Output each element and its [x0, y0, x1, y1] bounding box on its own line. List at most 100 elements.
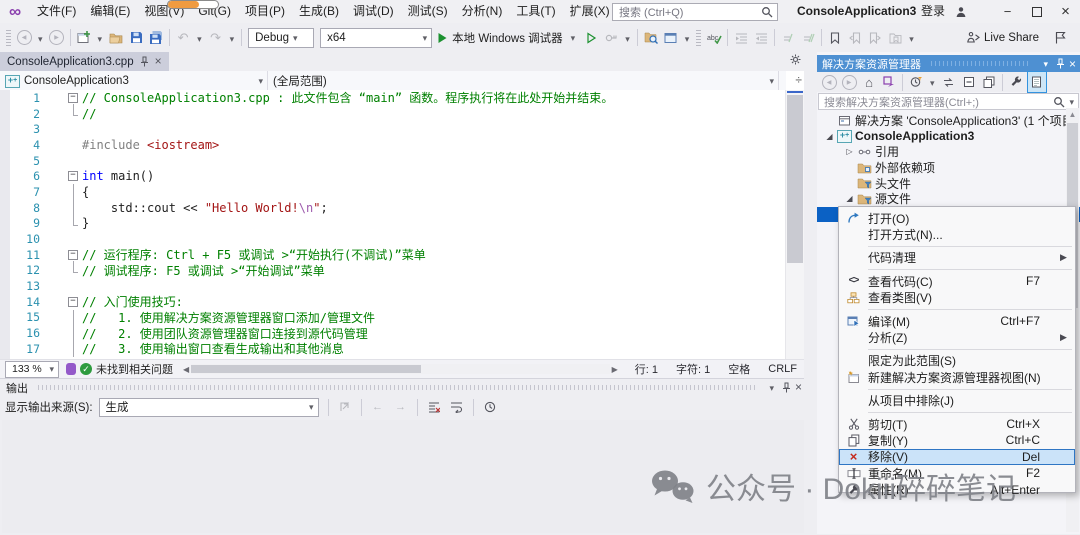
output-title-bar[interactable]: 输出 × — [0, 379, 806, 396]
tree-item--[interactable]: ▷ 引用 — [817, 144, 1080, 160]
tree-item--consoleapplication3-1-1-[interactable]: 解决方案 'ConsoleApplication3' (1 个项目，共 1 个) — [817, 113, 1080, 129]
code-line[interactable]: 10 — [0, 231, 786, 247]
code-line[interactable]: 13 — [0, 278, 786, 294]
output-pin-icon[interactable] — [782, 382, 791, 393]
code-line[interactable]: 11 // 运行程序: Ctrl + F5 或调试 >“开始执行(不调试)”菜单 — [0, 247, 786, 263]
tree-item--[interactable]: 头文件 — [817, 175, 1080, 191]
context-menu-item[interactable]: 打开(O) — [839, 210, 1075, 226]
zoom-dropdown[interactable]: 133 % — [5, 360, 59, 378]
live-share-button[interactable]: Live Share — [966, 28, 1080, 48]
context-menu-item[interactable]: 从项目中排除(J) — [839, 393, 1075, 409]
menu-item[interactable]: 调试(D) — [346, 0, 401, 23]
attach-dropdown-icon[interactable] — [621, 29, 634, 47]
history-icon[interactable] — [481, 397, 499, 417]
menu-item[interactable]: 扩展(X) — [563, 0, 617, 23]
feedback-icon[interactable] — [1051, 28, 1069, 48]
context-menu-item[interactable]: 复制(Y) Ctrl+C — [839, 432, 1075, 448]
spell-check-button[interactable]: abc — [705, 28, 723, 48]
filter-dropdown-icon[interactable] — [926, 73, 939, 91]
show-all-files-icon[interactable] — [1026, 71, 1047, 93]
undo-button[interactable]: ↶ — [174, 28, 192, 48]
outdent-button[interactable] — [752, 28, 770, 48]
menu-item[interactable]: 工具(T) — [509, 0, 562, 23]
bookmark-dropdown-icon[interactable] — [905, 29, 918, 47]
code-line[interactable]: 1 // ConsoleApplication3.cpp : 此文件包含 “mai… — [0, 90, 786, 106]
gear-icon[interactable] — [790, 54, 801, 65]
tab-consoleapplication3-cpp[interactable]: ConsoleApplication3.cpp × — [0, 52, 169, 71]
code-line[interactable]: 7{ — [0, 184, 786, 200]
prev-message-icon[interactable]: ← — [369, 397, 387, 417]
se-search-icon[interactable] — [1053, 96, 1065, 108]
pending-filter-icon[interactable] — [907, 72, 925, 92]
close-button[interactable]: × — [1051, 0, 1080, 23]
uncomment-button[interactable] — [799, 28, 817, 48]
home-icon[interactable]: ⌂ — [860, 72, 878, 92]
se-search-dropdown-icon[interactable] — [1065, 96, 1078, 108]
word-wrap-icon[interactable] — [448, 397, 466, 417]
code-line[interactable]: 14 // 入门使用技巧: — [0, 294, 786, 310]
status-eol[interactable]: CRLF — [761, 363, 804, 375]
search-input[interactable]: 搜索 (Ctrl+Q) — [612, 3, 778, 21]
context-menu-item[interactable]: <> 查看代码(C) F7 — [839, 273, 1075, 289]
configuration-dropdown[interactable]: Debug — [248, 27, 315, 48]
comment-button[interactable] — [779, 28, 797, 48]
context-menu-item[interactable]: 分析(Z) ▶ — [839, 329, 1075, 345]
sign-in-button[interactable]: 登录 — [921, 0, 971, 23]
run-debugger-button[interactable]: 本地 Windows 调试器 — [437, 30, 579, 46]
pin-icon[interactable] — [140, 56, 149, 67]
attach-button[interactable] — [602, 28, 620, 48]
platform-dropdown[interactable]: x64 — [320, 27, 433, 48]
scope-dropdown-icon[interactable] — [681, 29, 694, 47]
code-line[interactable]: 17 // 3. 使用输出窗口查看生成输出和其他消息 — [0, 341, 786, 357]
code-line[interactable]: 16 // 2. 使用团队资源管理器窗口连接到源代码管理 — [0, 325, 786, 341]
nav-back-dropdown-icon[interactable] — [34, 29, 47, 47]
editor-horizontal-scrollbar[interactable]: ◀ ▶ — [181, 363, 620, 375]
new-item-dropdown-icon[interactable] — [94, 29, 107, 47]
menu-item[interactable]: 生成(B) — [292, 0, 346, 23]
tree-item--[interactable]: ◢ 源文件 — [817, 191, 1080, 207]
find-in-files-button[interactable] — [642, 28, 660, 48]
editor-vertical-scrollbar[interactable] — [785, 90, 804, 360]
undo-dropdown-icon[interactable] — [193, 29, 206, 47]
solution-scope-button[interactable] — [662, 28, 680, 48]
restore-button[interactable] — [1022, 0, 1051, 23]
context-menu-item[interactable]: 查看类图(V) — [839, 290, 1075, 306]
scroll-right-icon[interactable]: ▶ — [610, 365, 620, 374]
nav-forward-button[interactable]: ▶ — [48, 28, 66, 48]
solution-explorer-title-bar[interactable]: 解决方案资源管理器 × — [817, 55, 1080, 72]
code-line[interactable]: 8 std::cout << "Hello World!\n"; — [0, 199, 786, 216]
scroll-left-icon[interactable]: ◀ — [181, 365, 191, 374]
expander-icon[interactable]: ◢ — [823, 132, 836, 141]
context-menu-item[interactable]: 剪切(T) Ctrl+X — [839, 416, 1075, 432]
toolbar-overflow-handle[interactable] — [696, 29, 702, 46]
tree-item--[interactable]: 外部依赖项 — [817, 160, 1080, 176]
indent-button[interactable] — [732, 28, 750, 48]
fold-toggle-icon[interactable] — [40, 168, 82, 184]
new-item-button[interactable] — [75, 28, 93, 48]
toolbar-drag-handle[interactable] — [6, 29, 11, 46]
save-all-button[interactable] — [147, 28, 165, 48]
se-pin-icon[interactable] — [1056, 58, 1065, 69]
output-source-dropdown[interactable]: 生成 — [98, 397, 319, 417]
project-switch-icon[interactable] — [880, 72, 898, 92]
previous-bookmark-button[interactable] — [846, 28, 864, 48]
health-icon[interactable] — [66, 363, 76, 375]
tree-item-consoleapplication3[interactable]: ◢ + + ConsoleApplication3 — [817, 129, 1080, 145]
se-close-icon[interactable]: × — [1069, 58, 1076, 70]
tab-close-icon[interactable]: × — [155, 55, 162, 68]
nav-scope-dropdown[interactable]: (全局范围) — [268, 71, 779, 90]
menu-item[interactable]: 测试(S) — [401, 0, 455, 23]
redo-dropdown-icon[interactable] — [226, 29, 239, 47]
code-line[interactable]: 2 // — [0, 103, 786, 122]
menu-item[interactable]: 项目(P) — [238, 0, 292, 23]
menu-item[interactable]: 编辑(E) — [83, 0, 137, 23]
next-bookmark-button[interactable] — [866, 28, 884, 48]
clear-all-icon[interactable] — [425, 397, 443, 417]
expander-icon[interactable]: ▷ — [843, 147, 856, 156]
context-menu-item[interactable]: 限定为此范围(S) — [839, 353, 1075, 369]
solution-explorer-search-input[interactable]: 搜索解决方案资源管理器(Ctrl+;) — [818, 93, 1079, 110]
run-dropdown-icon[interactable] — [567, 32, 580, 44]
minimize-button[interactable]: − — [993, 0, 1022, 23]
fold-toggle-icon[interactable] — [40, 294, 82, 310]
split-handle-icon[interactable]: ÷ — [795, 73, 802, 87]
